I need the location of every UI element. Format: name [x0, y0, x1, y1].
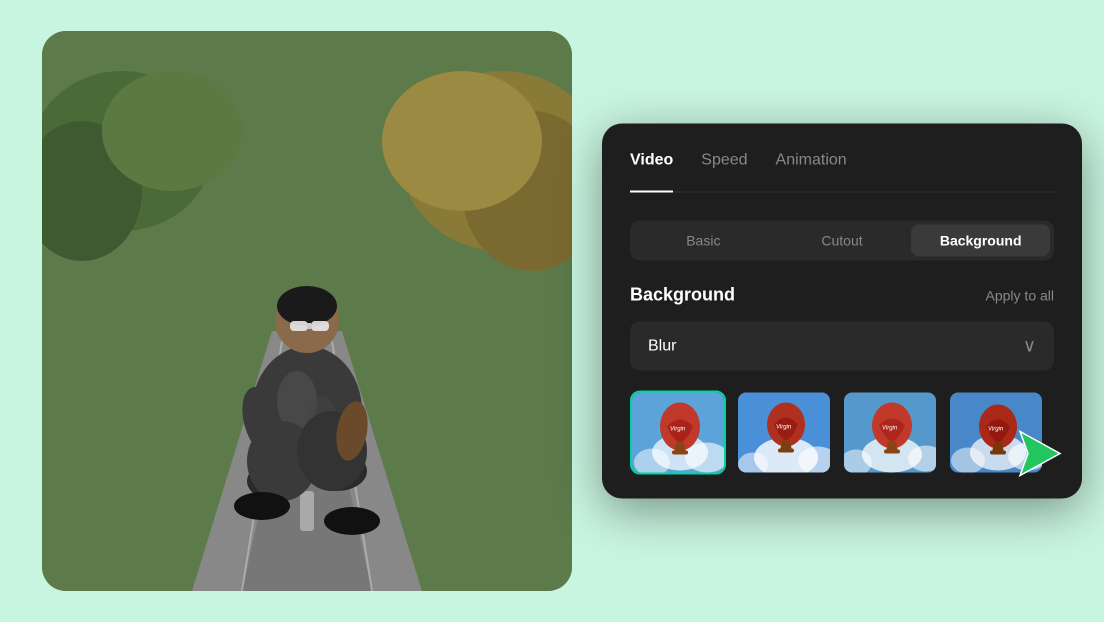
- background-scene: [42, 31, 572, 591]
- main-container: Video Speed Animation Basic Cutout Backg…: [22, 21, 1082, 601]
- thumbnails-row: Virgin Virgin: [630, 391, 1054, 475]
- svg-text:Virgin: Virgin: [882, 426, 898, 432]
- blur-dropdown[interactable]: Blur ∨: [630, 322, 1054, 371]
- tab-animation[interactable]: Animation: [776, 152, 847, 180]
- thumbnail-2[interactable]: Virgin: [736, 391, 832, 475]
- sub-tab-cutout[interactable]: Cutout: [773, 225, 912, 257]
- svg-text:Virgin: Virgin: [776, 425, 792, 431]
- apply-to-all-button[interactable]: Apply to all: [986, 287, 1054, 303]
- section-header: Background Apply to all: [630, 285, 1054, 306]
- main-tabs: Video Speed Animation: [630, 152, 1054, 193]
- section-title: Background: [630, 285, 735, 306]
- chevron-down-icon: ∨: [1023, 336, 1036, 357]
- thumbnail-4[interactable]: Virgin: [948, 391, 1044, 475]
- svg-text:Virgin: Virgin: [670, 427, 686, 433]
- sub-tabs: Basic Cutout Background: [630, 221, 1054, 261]
- thumbnails-section: Virgin Virgin: [630, 391, 1054, 475]
- sub-tab-basic[interactable]: Basic: [634, 225, 773, 257]
- thumbnail-3[interactable]: Virgin: [842, 391, 938, 475]
- sub-tab-background[interactable]: Background: [911, 225, 1050, 257]
- photo-card: [42, 31, 572, 591]
- tab-video[interactable]: Video: [630, 152, 673, 180]
- settings-panel: Video Speed Animation Basic Cutout Backg…: [602, 124, 1082, 499]
- thumbnail-1[interactable]: Virgin: [630, 391, 726, 475]
- tab-speed[interactable]: Speed: [701, 152, 747, 180]
- dropdown-selected-label: Blur: [648, 337, 676, 355]
- svg-text:Virgin: Virgin: [988, 427, 1004, 433]
